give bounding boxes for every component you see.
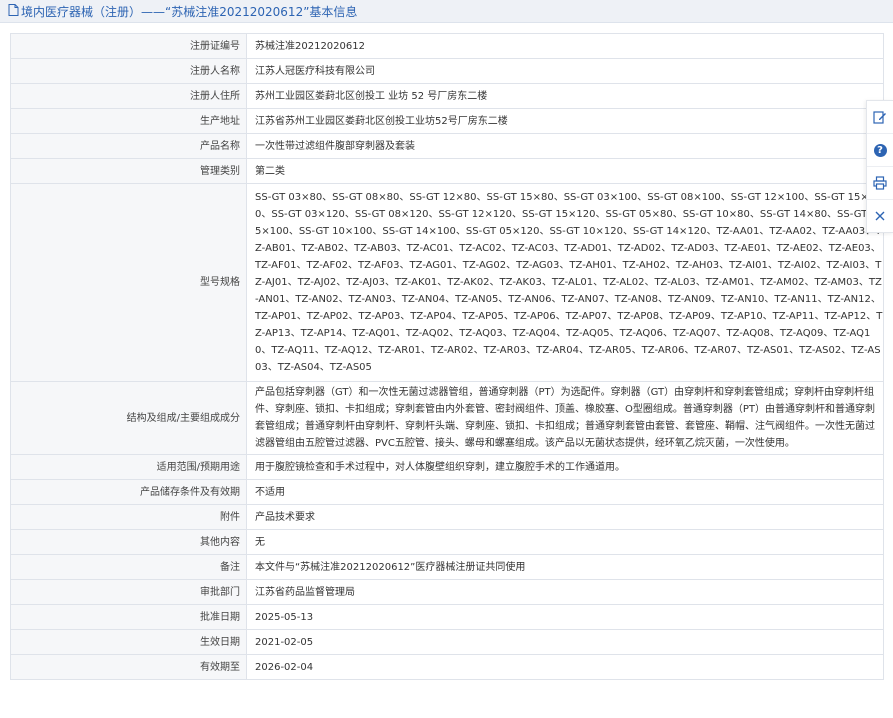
- close-button[interactable]: [867, 200, 893, 232]
- row-value: 本文件与“苏械注准20212020612”医疗器械注册证共同使用: [246, 554, 884, 580]
- floating-toolbar: ?: [866, 100, 893, 233]
- row-value: 2026-02-04: [246, 654, 884, 680]
- row-value: 产品包括穿刺器（GT）和一次性无菌过滤器管组，普通穿刺器（PT）为选配件。穿刺器…: [246, 381, 884, 455]
- table-row: 型号规格 SS-GT 03×80、SS-GT 08×80、SS-GT 12×80…: [10, 183, 884, 382]
- row-value: 2021-02-05: [246, 629, 884, 655]
- row-label: 有效期至: [10, 654, 247, 680]
- row-value: SS-GT 03×80、SS-GT 08×80、SS-GT 12×80、SS-G…: [246, 183, 884, 382]
- table-row: 产品储存条件及有效期 不适用: [10, 479, 884, 505]
- row-label: 其他内容: [10, 529, 247, 555]
- close-icon: [874, 210, 886, 222]
- table-row: 生效日期 2021-02-05: [10, 629, 884, 655]
- page-title: 境内医疗器械（注册）——“苏械注准20212020612”基本信息: [21, 4, 358, 19]
- row-label: 附件: [10, 504, 247, 530]
- table-row: 注册证编号 苏械注准20212020612: [10, 33, 884, 59]
- row-value: 江苏省苏州工业园区娄葑北区创投工业坊52号厂房东二楼: [246, 108, 884, 134]
- row-value: 2025-05-13: [246, 604, 884, 630]
- row-label: 注册人名称: [10, 58, 247, 84]
- table-row: 生产地址 江苏省苏州工业园区娄葑北区创投工业坊52号厂房东二楼: [10, 108, 884, 134]
- table-row: 结构及组成/主要组成成分 产品包括穿刺器（GT）和一次性无菌过滤器管组，普通穿刺…: [10, 381, 884, 455]
- row-value: 无: [246, 529, 884, 555]
- row-value: 用于腹腔镜检查和手术过程中，对人体腹壁组织穿刺，建立腹腔手术的工作通道用。: [246, 454, 884, 480]
- info-table-wrapper: 注册证编号 苏械注准20212020612 注册人名称 江苏人冠医疗科技有限公司…: [10, 33, 884, 680]
- row-value: 第二类: [246, 158, 884, 184]
- help-button[interactable]: ?: [867, 134, 893, 167]
- row-label: 注册人住所: [10, 83, 247, 109]
- edit-icon: [873, 110, 887, 124]
- row-value: 苏州工业园区娄葑北区创投工 业坊 52 号厂房东二楼: [246, 83, 884, 109]
- row-label: 批准日期: [10, 604, 247, 630]
- row-label: 生效日期: [10, 629, 247, 655]
- table-row: 管理类别 第二类: [10, 158, 884, 184]
- table-row: 产品名称 一次性带过滤组件腹部穿刺器及套装: [10, 133, 884, 159]
- row-value: 一次性带过滤组件腹部穿刺器及套装: [246, 133, 884, 159]
- row-label: 适用范围/预期用途: [10, 454, 247, 480]
- print-icon: [873, 176, 887, 190]
- row-label: 管理类别: [10, 158, 247, 184]
- document-icon: [8, 3, 19, 19]
- row-label: 产品储存条件及有效期: [10, 479, 247, 505]
- page-header: 境内医疗器械（注册）——“苏械注准20212020612”基本信息: [0, 0, 893, 23]
- row-label: 型号规格: [10, 183, 247, 382]
- row-value: 江苏人冠医疗科技有限公司: [246, 58, 884, 84]
- table-row: 附件 产品技术要求: [10, 504, 884, 530]
- row-label: 生产地址: [10, 108, 247, 134]
- table-row: 注册人名称 江苏人冠医疗科技有限公司: [10, 58, 884, 84]
- row-label: 审批部门: [10, 579, 247, 605]
- row-label: 结构及组成/主要组成成分: [10, 381, 247, 455]
- row-label: 产品名称: [10, 133, 247, 159]
- table-row: 备注 本文件与“苏械注准20212020612”医疗器械注册证共同使用: [10, 554, 884, 580]
- table-row: 审批部门 江苏省药品监督管理局: [10, 579, 884, 605]
- print-button[interactable]: [867, 167, 893, 200]
- feedback-button[interactable]: [867, 101, 893, 134]
- table-row: 批准日期 2025-05-13: [10, 604, 884, 630]
- row-value: 苏械注准20212020612: [246, 33, 884, 59]
- row-label: 注册证编号: [10, 33, 247, 59]
- row-value: 不适用: [246, 479, 884, 505]
- row-value: 江苏省药品监督管理局: [246, 579, 884, 605]
- table-row: 其他内容 无: [10, 529, 884, 555]
- table-row: 适用范围/预期用途 用于腹腔镜检查和手术过程中，对人体腹壁组织穿刺，建立腹腔手术…: [10, 454, 884, 480]
- table-row: 有效期至 2026-02-04: [10, 654, 884, 680]
- info-table: 注册证编号 苏械注准20212020612 注册人名称 江苏人冠医疗科技有限公司…: [10, 33, 884, 680]
- row-label: 备注: [10, 554, 247, 580]
- help-icon: ?: [873, 143, 887, 157]
- row-value: 产品技术要求: [246, 504, 884, 530]
- table-row: 注册人住所 苏州工业园区娄葑北区创投工 业坊 52 号厂房东二楼: [10, 83, 884, 109]
